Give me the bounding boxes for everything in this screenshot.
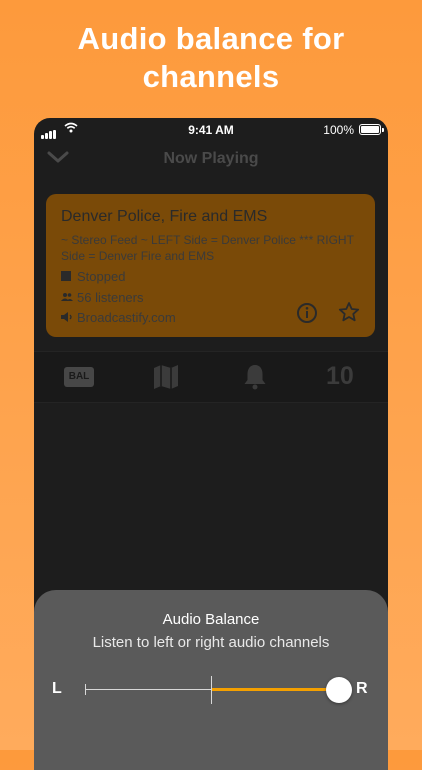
slider-center-tick (211, 676, 212, 704)
bell-icon[interactable] (243, 364, 267, 395)
player-toolbar: BAL 10 (34, 351, 388, 403)
people-icon (61, 290, 77, 305)
audio-balance-sheet: Audio Balance Listen to left or right au… (34, 590, 388, 770)
star-icon[interactable] (338, 301, 360, 328)
stream-provider: Broadcastify.com (61, 309, 176, 325)
stream-title: Denver Police, Fire and EMS (61, 208, 268, 225)
battery-percent: 100% (323, 123, 354, 137)
status-bar: 9:41 AM 100% (34, 118, 388, 140)
stream-description: ~ Stereo Feed ~ LEFT Side = Denver Polic… (61, 233, 354, 263)
navigation-bar: Now Playing (34, 140, 388, 180)
listener-count: 56 listeners (61, 289, 143, 305)
headline-line-1: Audio balance for (77, 21, 345, 56)
speaker-icon (61, 310, 77, 325)
status-text: Stopped (77, 269, 126, 285)
slider-track-left (85, 689, 211, 690)
sheet-subtitle: Listen to left or right audio channels (92, 634, 330, 651)
battery-icon (359, 124, 384, 135)
playback-status: Stopped (61, 268, 125, 284)
page-title: Now Playing (163, 150, 259, 167)
listeners-text: 56 listeners (77, 290, 144, 306)
stop-icon (61, 269, 77, 284)
balance-slider[interactable] (85, 676, 352, 704)
sheet-title: Audio Balance (162, 611, 260, 628)
promo-headline: Audio balance for channels (0, 20, 422, 96)
balance-button[interactable]: BAL (64, 367, 94, 387)
slider-min-tick (85, 684, 86, 695)
left-channel-label: L (52, 680, 62, 697)
right-channel-label: R (356, 680, 368, 697)
headline-line-2: channels (142, 59, 280, 94)
map-icon[interactable] (153, 364, 179, 395)
provider-text: Broadcastify.com (77, 310, 176, 326)
alert-count[interactable]: 10 (326, 362, 354, 391)
stream-card[interactable]: Denver Police, Fire and EMS ~ Stereo Fee… (46, 194, 375, 337)
slider-track-right (211, 688, 337, 691)
slider-thumb[interactable] (326, 677, 352, 703)
info-icon[interactable] (296, 302, 318, 329)
